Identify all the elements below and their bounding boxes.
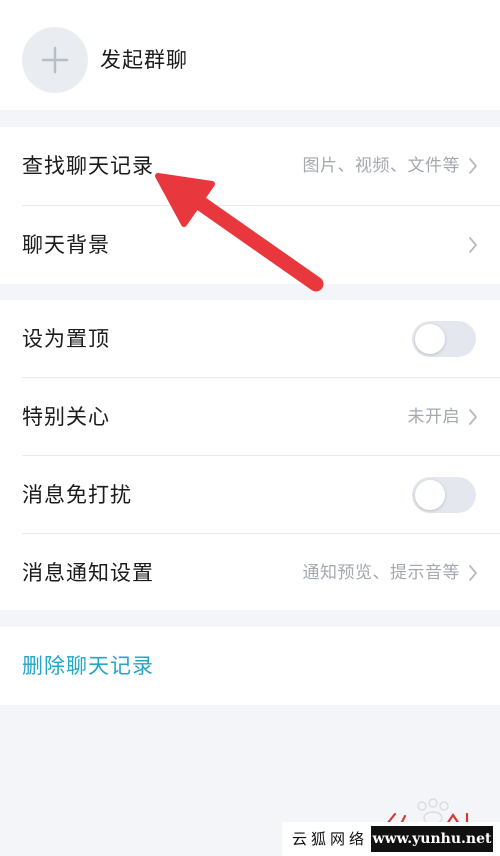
watermark-site-url: www.yunhu.net [371,826,493,852]
group-chat-section: 发起群聊 [0,0,500,110]
find-chat-history-label: 查找聊天记录 [22,154,154,178]
start-group-chat-label: 发起群聊 [100,48,188,72]
chevron-right-icon [469,237,477,253]
watermark-site-name: 云狐网络 [292,830,369,848]
delete-chat-history-button[interactable]: 删除聊天记录 [0,627,500,705]
plus-icon [22,27,88,93]
pin-to-top-toggle[interactable] [412,321,476,357]
chevron-right-icon [469,409,477,425]
special-care-label: 特别关心 [22,405,110,429]
pin-to-top-row: 设为置顶 [0,300,500,378]
delete-chat-history-label: 删除聊天记录 [22,654,154,678]
find-chat-history-row[interactable]: 查找聊天记录 图片、视频、文件等 [0,127,500,205]
chevron-right-icon [469,565,477,581]
do-not-disturb-label: 消息免打扰 [22,483,132,507]
start-group-chat-button[interactable]: 发起群聊 [0,0,500,110]
toggle-knob [415,480,445,510]
chat-background-row[interactable]: 聊天背景 [0,206,500,284]
chevron-right-icon [469,158,477,174]
notification-settings-subtitle: 通知预览、提示音等 [302,563,460,583]
find-chat-history-subtitle: 图片、视频、文件等 [302,156,460,176]
special-care-status: 未开启 [407,407,460,427]
special-care-row[interactable]: 特别关心 未开启 [0,378,500,456]
chat-background-label: 聊天背景 [22,233,110,257]
do-not-disturb-row: 消息免打扰 [0,456,500,534]
notification-settings-label: 消息通知设置 [22,561,154,585]
toggle-knob [415,324,445,354]
chat-tools-section: 查找聊天记录 图片、视频、文件等 聊天背景 [0,127,500,284]
pin-to-top-label: 设为置顶 [22,327,110,351]
delete-history-section: 删除聊天记录 [0,627,500,705]
notification-settings-row[interactable]: 消息通知设置 通知预览、提示音等 [0,534,500,612]
chat-settings-section: 设为置顶 特别关心 未开启 消息免打扰 消息通知设置 通知预览、提示音等 [0,300,500,610]
do-not-disturb-toggle[interactable] [412,477,476,513]
